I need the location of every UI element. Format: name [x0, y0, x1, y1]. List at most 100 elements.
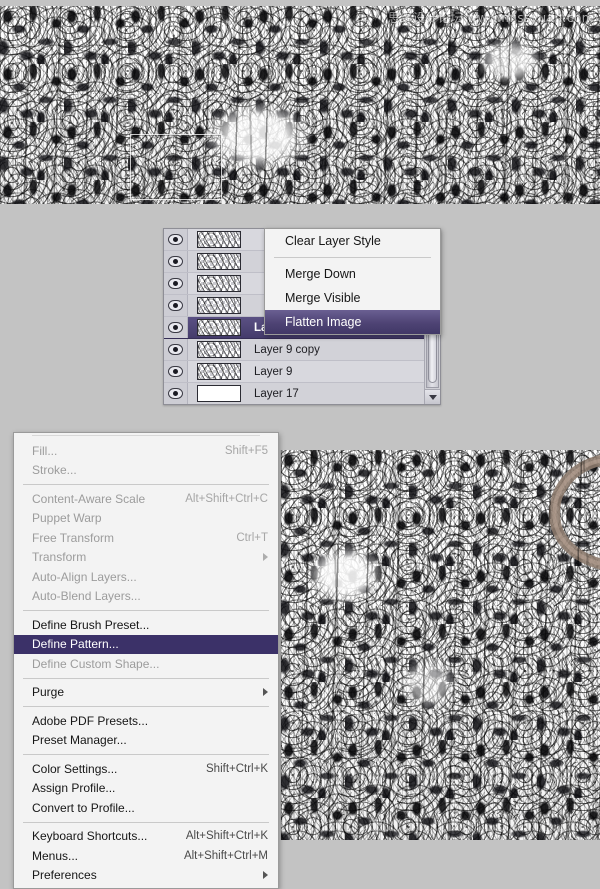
bottom-canvas-image: [280, 450, 600, 840]
layer-visibility-toggle[interactable]: [164, 339, 188, 360]
layer-row[interactable]: Layer 9: [164, 361, 440, 383]
menu-item-keyboard-shortcuts[interactable]: Keyboard Shortcuts... Alt+Shift+Ctrl+K: [14, 827, 278, 847]
menu-item-label: Define Custom Shape...: [32, 656, 160, 671]
submenu-arrow-icon: [263, 688, 268, 697]
checker-thumbnail: [197, 275, 241, 292]
menu-item-puppet-warp[interactable]: Puppet Warp: [14, 509, 278, 529]
menu-item-shortcut: Shift+Ctrl+K: [206, 762, 268, 775]
menu-item-merge-visible[interactable]: Merge Visible: [265, 286, 440, 310]
menu-item-shortcut: Alt+Shift+Ctrl+K: [185, 830, 268, 843]
layer-thumbnail[interactable]: [188, 317, 250, 338]
menu-item-label: Merge Down: [285, 267, 356, 281]
menu-item-fill[interactable]: Fill... Shift+F5: [14, 441, 278, 461]
eye-icon: [168, 256, 183, 267]
checker-thumbnail: [197, 363, 241, 380]
menu-item-menus[interactable]: Menus... Alt+Shift+Ctrl+M: [14, 846, 278, 866]
menu-separator: [23, 677, 269, 679]
layer-thumbnail[interactable]: [188, 361, 250, 382]
menu-item-label: Convert to Profile...: [32, 800, 135, 815]
menu-item-free-transform[interactable]: Free Transform Ctrl+T: [14, 528, 278, 548]
menu-item-merge-down[interactable]: Merge Down: [265, 262, 440, 286]
canvas-highlight-overlay: [0, 6, 600, 204]
menu-separator: [23, 706, 269, 707]
checker-thumbnail: [197, 231, 241, 248]
menu-item-define-custom-shape[interactable]: Define Custom Shape...: [14, 654, 278, 674]
menu-item-label: Flatten Image: [285, 315, 362, 329]
menu-separator: [274, 257, 431, 258]
eye-icon: [168, 278, 183, 289]
solid-thumbnail: [197, 385, 241, 402]
edit-menu[interactable]: Fill... Shift+F5 Stroke... Content-Aware…: [13, 432, 279, 889]
eye-icon: [168, 300, 183, 311]
layer-visibility-toggle[interactable]: [164, 251, 188, 272]
menu-item-transform[interactable]: Transform: [14, 548, 278, 568]
layer-context-menu[interactable]: Clear Layer Style Merge Down Merge Visib…: [264, 228, 441, 335]
layer-name: Layer 9: [254, 365, 293, 378]
top-canvas-image: [0, 6, 600, 204]
canvas-highlight-overlay: [281, 450, 600, 840]
layer-visibility-toggle[interactable]: [164, 273, 188, 294]
menu-top-stub: [14, 433, 278, 441]
checker-thumbnail: [197, 297, 241, 314]
menu-item-adobe-pdf-presets[interactable]: Adobe PDF Presets...: [14, 711, 278, 731]
menu-separator: [23, 821, 269, 823]
layer-thumbnail[interactable]: [188, 383, 250, 404]
menu-item-label: Keyboard Shortcuts...: [32, 829, 148, 844]
scroll-down-button[interactable]: [425, 389, 440, 404]
menu-separator: [23, 484, 269, 485]
menu-item-auto-blend-layers[interactable]: Auto-Blend Layers...: [14, 587, 278, 607]
menu-item-label: Color Settings...: [32, 761, 118, 776]
layer-row[interactable]: Layer 17: [164, 383, 440, 404]
menu-item-label: Transform: [32, 550, 87, 565]
menu-item-label: Auto-Align Layers...: [32, 569, 137, 584]
menu-item-label: Clear Layer Style: [285, 234, 381, 248]
layer-visibility-toggle[interactable]: [164, 361, 188, 382]
menu-item-color-settings[interactable]: Color Settings... Shift+Ctrl+K: [14, 759, 278, 779]
eye-icon: [168, 388, 183, 399]
menu-item-flatten-image[interactable]: Flatten Image: [265, 310, 440, 334]
menu-item-label: Preferences: [32, 868, 97, 883]
menu-item-label: Content-Aware Scale: [32, 491, 146, 506]
eye-icon: [168, 234, 183, 245]
layer-thumbnail[interactable]: [188, 229, 250, 250]
layer-thumbnail[interactable]: [188, 295, 250, 316]
menu-item-label: Adobe PDF Presets...: [32, 713, 149, 728]
layer-thumbnail[interactable]: [188, 273, 250, 294]
menu-item-label: Free Transform: [32, 530, 115, 545]
menu-item-define-pattern[interactable]: Define Pattern...: [14, 634, 278, 654]
layer-visibility-toggle[interactable]: [164, 383, 188, 404]
brush-stroke-overlay: [549, 455, 600, 570]
menu-item-label: Define Brush Preset...: [32, 617, 150, 632]
menu-item-content-aware-scale[interactable]: Content-Aware Scale Alt+Shift+Ctrl+C: [14, 489, 278, 509]
eye-icon: [168, 366, 183, 377]
menu-item-stroke[interactable]: Stroke...: [14, 461, 278, 481]
checker-thumbnail: [197, 341, 241, 358]
layer-visibility-toggle[interactable]: [164, 295, 188, 316]
layer-visibility-toggle[interactable]: [164, 317, 188, 338]
menu-item-label: Auto-Blend Layers...: [32, 589, 141, 604]
menu-item-purge[interactable]: Purge: [14, 683, 278, 703]
layer-row[interactable]: Layer 9 copy: [164, 339, 440, 361]
menu-item-define-brush-preset[interactable]: Define Brush Preset...: [14, 615, 278, 635]
menu-item-auto-align-layers[interactable]: Auto-Align Layers...: [14, 567, 278, 587]
layer-name: Layer 9 copy: [254, 343, 320, 356]
menu-separator: [23, 754, 269, 755]
menu-item-convert-to-profile[interactable]: Convert to Profile...: [14, 798, 278, 818]
menu-item-assign-profile[interactable]: Assign Profile...: [14, 779, 278, 799]
layer-name: Layer 17: [254, 387, 299, 400]
menu-item-preset-manager[interactable]: Preset Manager...: [14, 731, 278, 751]
menu-item-shortcut: Alt+Shift+Ctrl+M: [183, 849, 268, 862]
layer-thumbnail[interactable]: [188, 251, 250, 272]
checker-thumbnail: [197, 253, 241, 270]
menu-item-label: Merge Visible: [285, 291, 361, 305]
menu-item-label: Preset Manager...: [32, 733, 127, 748]
menu-item-label: Assign Profile...: [32, 781, 116, 796]
submenu-arrow-icon: [263, 871, 268, 880]
menu-item-preferences[interactable]: Preferences: [14, 866, 278, 886]
menu-item-shortcut: Shift+F5: [224, 444, 268, 457]
menu-item-clear-layer-style[interactable]: Clear Layer Style: [265, 229, 440, 253]
eye-icon: [168, 322, 183, 333]
menu-item-label: Fill...: [32, 443, 58, 458]
layer-visibility-toggle[interactable]: [164, 229, 188, 250]
layer-thumbnail[interactable]: [188, 339, 250, 360]
